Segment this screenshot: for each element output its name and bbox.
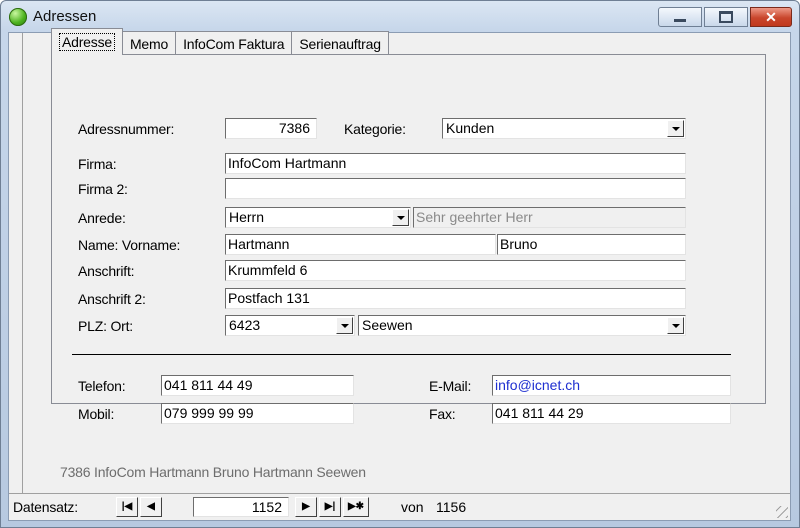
tab-memo[interactable]: Memo — [121, 31, 177, 55]
chevron-down-icon[interactable] — [667, 120, 684, 137]
mobil-field[interactable]: 079 999 99 99 — [161, 403, 354, 424]
anrede-select[interactable]: Herrn — [225, 207, 411, 228]
maximize-icon — [719, 11, 733, 23]
tab-label: Memo — [129, 35, 169, 52]
mobil-label: Mobil: — [78, 406, 115, 422]
minimize-button[interactable] — [658, 7, 702, 27]
fax-label: Fax: — [429, 406, 456, 422]
current-record-input[interactable]: 1152 — [193, 497, 289, 517]
tab-serienauftrag[interactable]: Serienauftrag — [291, 31, 389, 55]
briefanrede-field: Sehr geehrter Herr — [413, 207, 686, 228]
tab-label: Adresse — [59, 33, 115, 51]
record-navigation-bar: Datensatz: |◀ ◀ 1152 ▶ ▶| ▶✱ von 1156 — [9, 493, 790, 520]
anschrift-field[interactable]: Krummfeld 6 — [225, 260, 686, 281]
anrede-value: Herrn — [229, 209, 265, 225]
tab-adresse[interactable]: Adresse — [51, 28, 123, 55]
anschrift-label: Anschrift: — [78, 263, 135, 279]
ort-value: Seewen — [362, 317, 413, 333]
plz-value: 6423 — [229, 317, 261, 333]
kategorie-label: Kategorie: — [344, 121, 406, 137]
name-field[interactable]: Hartmann — [225, 234, 496, 255]
tab-infocom-faktura[interactable]: InfoCom Faktura — [175, 31, 293, 55]
plz-ort-label: PLZ: Ort: — [78, 318, 133, 334]
close-button[interactable]: ✕ — [750, 7, 792, 27]
last-record-button[interactable]: ▶| — [319, 497, 341, 517]
anrede-label: Anrede: — [78, 210, 126, 226]
firma2-label: Firma 2: — [78, 181, 128, 197]
chevron-down-icon[interactable] — [667, 317, 684, 334]
chevron-down-icon[interactable] — [336, 317, 353, 334]
vorname-field[interactable]: Bruno — [497, 234, 686, 255]
close-icon: ✕ — [765, 9, 777, 25]
tab-panel — [51, 54, 766, 404]
ort-select[interactable]: Seewen — [358, 315, 686, 336]
adressnummer-label: Adressnummer: — [78, 121, 175, 137]
chevron-down-icon[interactable] — [392, 209, 409, 226]
new-record-button[interactable]: ▶✱ — [343, 497, 369, 517]
anschrift2-label: Anschrift 2: — [78, 291, 146, 307]
name-label: Name: Vorname: — [78, 237, 181, 253]
tab-label: Serienauftrag — [299, 35, 381, 52]
adressnummer-field[interactable]: 7386 — [225, 118, 317, 139]
anschrift2-field[interactable]: Postfach 131 — [225, 288, 686, 309]
telefon-field[interactable]: 041 811 44 49 — [161, 375, 354, 396]
previous-record-button[interactable]: ◀ — [140, 497, 162, 517]
minimize-icon — [674, 18, 686, 22]
email-label: E-Mail: — [429, 378, 472, 394]
first-record-button[interactable]: |◀ — [116, 497, 138, 517]
record-selector[interactable] — [9, 33, 23, 493]
email-field[interactable]: info@icnet.ch — [492, 375, 731, 396]
app-icon — [9, 8, 27, 26]
telefon-label: Telefon: — [78, 378, 126, 394]
firma-field[interactable]: InfoCom Hartmann — [225, 153, 686, 174]
record-summary: 7386 InfoCom Hartmann Bruno Hartmann See… — [60, 464, 366, 480]
firma2-field[interactable] — [225, 178, 686, 199]
total-records: 1156 — [436, 499, 467, 515]
of-label: von — [401, 499, 424, 515]
maximize-button[interactable] — [704, 7, 748, 27]
kategorie-select[interactable]: Kunden — [442, 118, 686, 139]
firma-label: Firma: — [78, 156, 117, 172]
tab-label: InfoCom Faktura — [183, 35, 285, 52]
fax-field[interactable]: 041 811 44 29 — [492, 403, 731, 424]
plz-select[interactable]: 6423 — [225, 315, 355, 336]
window-title: Adressen — [33, 8, 97, 25]
datensatz-label: Datensatz: — [13, 499, 78, 515]
resize-grip-icon[interactable] — [776, 506, 788, 518]
section-divider — [72, 354, 731, 355]
next-record-button[interactable]: ▶ — [295, 497, 317, 517]
tab-strip: Adresse Memo InfoCom Faktura Serienauftr… — [51, 28, 389, 55]
kategorie-value: Kunden — [446, 120, 495, 136]
